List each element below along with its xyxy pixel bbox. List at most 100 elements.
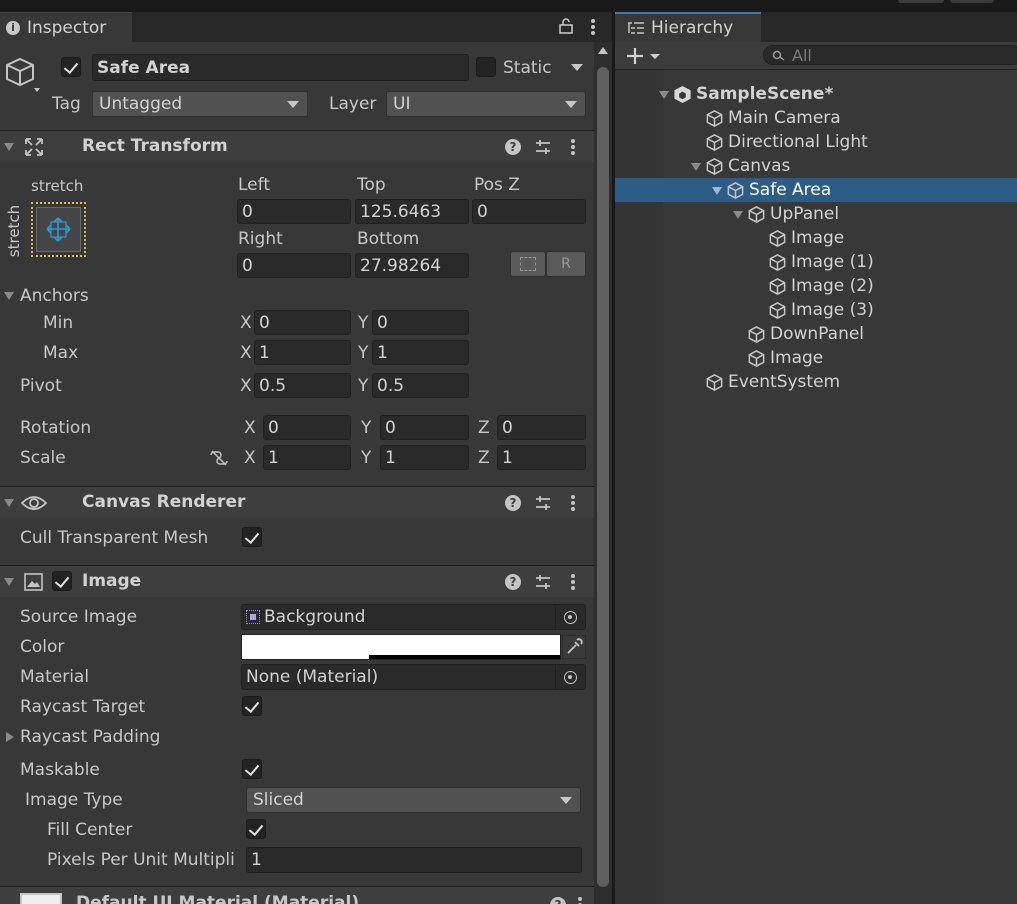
tab-inspector[interactable]: i Inspector [0,12,132,42]
material-footer[interactable]: Default UI Material (Material) ? [0,886,594,904]
raycast-padding-label[interactable]: Raycast Padding [20,727,160,747]
rotation-x-input[interactable]: 0 [263,415,351,440]
tree-foldout-icon[interactable] [733,211,743,219]
posz-input[interactable]: 0 [472,199,586,224]
axis-y-label: Y [358,343,369,363]
help-icon[interactable]: ? [505,139,521,155]
hierarchy-item[interactable]: Image (2) [615,274,1017,298]
material-field[interactable]: None (Material) [241,664,586,690]
image-title: Image [82,571,142,591]
top-input[interactable]: 125.6463 [355,199,469,224]
foldout-arrow-icon[interactable] [4,143,14,151]
hierarchy-item-label: Image (1) [791,252,874,272]
component-menu-icon[interactable] [571,574,575,590]
presets-icon[interactable] [535,139,551,155]
constrain-proportions-icon[interactable] [208,449,230,467]
color-swatch[interactable] [241,634,561,660]
hierarchy-item-label: EventSystem [728,372,841,392]
blueprint-mode-button[interactable] [510,251,546,277]
canvas-renderer-header[interactable]: Canvas Renderer ? [0,486,594,518]
foldout-arrow-icon[interactable] [4,578,14,586]
component-menu-icon[interactable] [571,495,575,511]
inspector-scrollbar[interactable] [594,42,612,904]
object-name-input[interactable]: Safe Area [92,54,469,81]
scale-x-input[interactable]: 1 [263,445,351,470]
rotation-z-input[interactable]: 0 [497,415,586,440]
inspector-menu-icon[interactable] [591,19,595,35]
pivot-x-input[interactable]: 0.5 [254,373,351,398]
tree-foldout-icon[interactable] [691,163,701,171]
ppu-label: Pixels Per Unit Multipli [47,850,235,870]
lock-icon[interactable] [558,18,574,34]
presets-icon[interactable] [535,495,551,511]
image-type-dropdown[interactable]: Sliced [246,787,581,813]
cull-checkbox[interactable] [242,527,262,547]
anchor-max-y-input[interactable]: 1 [372,340,469,365]
source-image-field[interactable]: Background [241,604,586,630]
component-menu-icon[interactable] [578,897,582,904]
hierarchy-item[interactable]: Canvas [615,154,1017,178]
scene-row[interactable]: SampleScene* [615,82,1017,106]
rotation-y-input[interactable]: 0 [380,415,469,440]
foldout-arrow-icon[interactable] [4,499,14,507]
static-checkbox[interactable] [476,57,496,77]
raycast-padding-foldout-icon[interactable] [6,732,14,742]
rect-transform-header[interactable]: Rect Transform ? [0,130,594,162]
scale-z-input[interactable]: 1 [497,445,586,470]
anchor-min-y-input[interactable]: 0 [372,310,469,335]
image-header[interactable]: Image ? [0,565,594,597]
ppu-input[interactable]: 1 [246,847,582,873]
anchor-presets-button[interactable] [31,202,86,257]
presets-icon[interactable] [535,574,551,590]
hierarchy-item[interactable]: Main Camera [615,106,1017,130]
eyedropper-icon[interactable] [562,635,586,659]
hierarchy-item[interactable]: Safe Area [615,178,1017,202]
help-icon[interactable]: ? [505,574,521,590]
color-label: Color [20,637,65,657]
active-checkbox[interactable] [61,57,81,77]
help-icon[interactable]: ? [550,897,566,904]
component-menu-icon[interactable] [571,139,575,155]
hierarchy-item[interactable]: EventSystem [615,370,1017,394]
hierarchy-item[interactable]: Image (1) [615,250,1017,274]
raycast-target-checkbox[interactable] [242,696,262,716]
toolbar-button[interactable] [950,0,994,3]
layer-dropdown[interactable]: UI [386,91,586,117]
stretch-arrows-icon [46,217,71,242]
pivot-y-input[interactable]: 0.5 [372,373,469,398]
raw-edit-button[interactable]: R [546,251,586,277]
hierarchy-item[interactable]: Image [615,346,1017,370]
hierarchy-item[interactable]: Image (3) [615,298,1017,322]
static-dropdown-icon[interactable] [571,64,583,71]
anchor-min-x-input[interactable]: 0 [254,310,351,335]
anchor-max-x-input[interactable]: 1 [254,340,351,365]
object-picker-icon[interactable] [555,665,585,689]
maskable-checkbox[interactable] [242,759,262,779]
hierarchy-item[interactable]: DownPanel [615,322,1017,346]
create-button[interactable] [625,46,661,71]
tree-foldout-icon[interactable] [712,187,722,195]
scroll-thumb[interactable] [597,67,609,887]
chevron-down-icon [565,101,577,108]
object-picker-icon[interactable] [555,605,585,629]
image-enabled-checkbox[interactable] [52,571,72,591]
anchors-foldout-icon[interactable] [4,292,14,300]
toolbar-button[interactable] [898,0,944,3]
hierarchy-item[interactable]: UpPanel [615,202,1017,226]
anchors-label: Anchors [20,286,89,306]
scroll-up-icon[interactable] [598,47,608,54]
bottom-input[interactable]: 27.98264 [355,253,469,278]
fill-center-checkbox[interactable] [246,819,266,839]
hierarchy-search-input[interactable]: All [763,45,1017,65]
help-icon[interactable]: ? [505,495,521,511]
right-input[interactable]: 0 [237,253,351,278]
source-image-label: Source Image [20,607,138,627]
hierarchy-item[interactable]: Directional Light [615,130,1017,154]
hierarchy-item[interactable]: Image [615,226,1017,250]
tab-hierarchy[interactable]: Hierarchy [615,12,761,42]
tree-foldout-icon[interactable] [659,91,669,99]
gameobject-cube-icon [769,229,786,247]
tag-dropdown[interactable]: Untagged [92,91,308,117]
scale-y-input[interactable]: 1 [380,445,469,470]
left-input[interactable]: 0 [237,199,351,224]
